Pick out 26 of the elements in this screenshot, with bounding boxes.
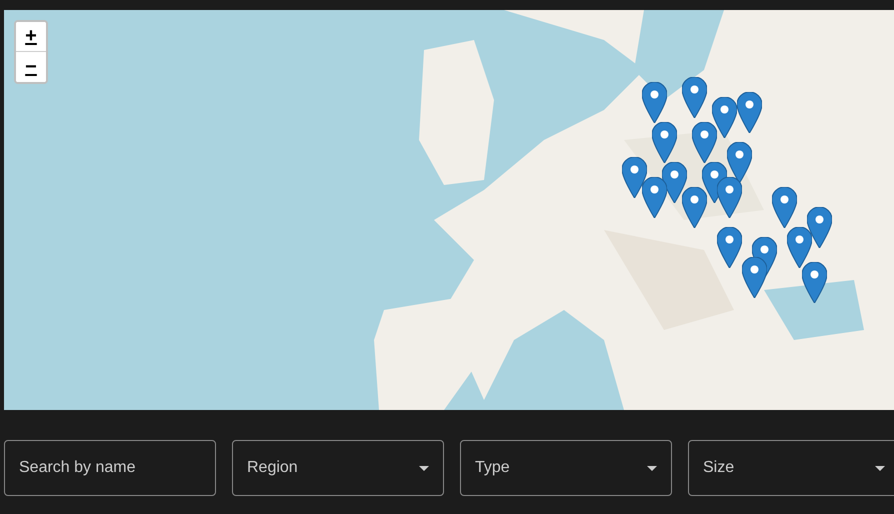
caret-icon (647, 466, 657, 470)
select-field[interactable]: Type (460, 440, 672, 496)
select-field[interactable]: Region (232, 440, 444, 496)
caret-icon (419, 466, 429, 470)
zoom-in-button[interactable]: + (16, 22, 46, 52)
map-pin-icon[interactable] (802, 262, 827, 303)
map-pin-icon[interactable] (712, 97, 737, 138)
map-pin-icon[interactable] (692, 122, 717, 163)
map-pin-icon[interactable] (742, 257, 767, 298)
map-pin-icon[interactable] (807, 207, 832, 248)
map-pin-icon[interactable] (622, 157, 647, 198)
map-pin-icon[interactable] (717, 177, 742, 218)
map-pin-icon[interactable] (682, 77, 707, 118)
select-field[interactable]: Size (688, 440, 894, 496)
map-pin-icon[interactable] (737, 92, 762, 133)
map-pin-icon[interactable] (772, 187, 797, 228)
map-pin-icon[interactable] (662, 162, 687, 203)
caret-icon (875, 466, 885, 470)
map-pin-icon[interactable] (787, 227, 812, 268)
map-pin-icon[interactable] (717, 227, 742, 268)
map-pin-icon[interactable] (642, 177, 667, 218)
map-pin-icon[interactable] (642, 82, 667, 123)
map-pin-icon[interactable] (682, 187, 707, 228)
map-pin-icon[interactable] (727, 142, 752, 183)
search-field[interactable]: Search by name (4, 440, 216, 496)
map-pin-icon[interactable] (652, 122, 677, 163)
